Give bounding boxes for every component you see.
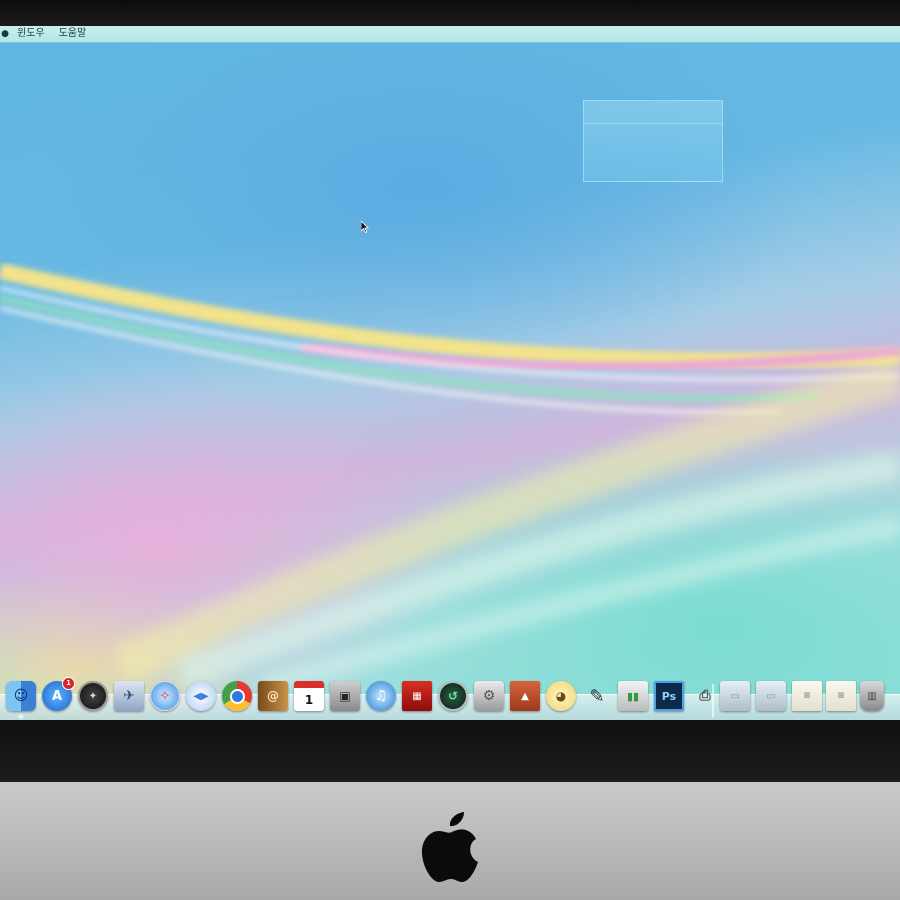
wallpaper bbox=[0, 263, 900, 695]
apple-menu-icon[interactable]: ● bbox=[0, 26, 10, 42]
monitor-bottom-bezel bbox=[0, 720, 900, 782]
apple-logo-icon bbox=[421, 812, 478, 882]
photo-booth-icon[interactable]: ▣ bbox=[330, 681, 360, 711]
faded-window-titlebar[interactable] bbox=[584, 101, 722, 124]
faded-window[interactable] bbox=[583, 100, 723, 182]
menu-bar: ● 윈도우 도움말 bbox=[0, 26, 900, 43]
finder-icon[interactable]: ☺ bbox=[6, 681, 36, 718]
chrome-icon[interactable] bbox=[222, 681, 252, 711]
photoshop-icon[interactable]: Ps bbox=[654, 681, 684, 711]
printer-icon[interactable]: ⎙ bbox=[690, 681, 720, 711]
menu-help[interactable]: 도움말 bbox=[52, 26, 94, 42]
film-icon[interactable]: ▦ bbox=[402, 681, 432, 711]
notification-badge: 1 bbox=[62, 677, 75, 690]
numbers-icon[interactable]: ▮▮ bbox=[618, 681, 648, 711]
mouse-pointer-icon bbox=[361, 221, 369, 233]
keynote-icon[interactable]: ▲ bbox=[510, 681, 540, 711]
documents-folder-icon[interactable]: ▭ bbox=[756, 681, 786, 711]
calendar-icon[interactable]: 1 bbox=[294, 681, 324, 711]
time-machine-icon[interactable]: ↺ bbox=[438, 681, 468, 711]
applications-folder-icon[interactable]: ▭ bbox=[720, 681, 750, 711]
calendar-day: 1 bbox=[304, 692, 314, 707]
duck-icon[interactable]: ◕ bbox=[546, 681, 576, 711]
itunes-icon[interactable]: ♫ bbox=[366, 681, 396, 711]
monitor-top-bezel bbox=[0, 0, 900, 26]
messages-icon[interactable]: ◀▶ bbox=[186, 681, 216, 711]
system-preferences-icon[interactable]: ⚙ bbox=[474, 681, 504, 711]
photoshop-label: Ps bbox=[661, 689, 677, 703]
downloads-stack-icon[interactable]: ≡ bbox=[826, 681, 856, 711]
desktop-screen: ● 윈도우 도움말 ☺ A 1 ✦ ✈ ✧ ◀▶ @ 1 ▣ ♫ ▦ ↺ ⚙ ▲… bbox=[0, 26, 900, 720]
app-store-icon[interactable]: A 1 bbox=[42, 677, 75, 711]
dock-separator bbox=[712, 684, 714, 718]
dashboard-icon[interactable]: ✦ bbox=[78, 681, 108, 711]
script-editor-icon[interactable]: ✎ bbox=[582, 681, 612, 711]
menu-window[interactable]: 윈도우 bbox=[10, 26, 52, 42]
contacts-icon[interactable]: @ bbox=[258, 681, 288, 711]
dock: ☺ A 1 ✦ ✈ ✧ ◀▶ @ 1 ▣ ♫ ▦ ↺ ⚙ ▲ ◕ ✎ ▮▮ Ps… bbox=[0, 672, 900, 720]
document-stack-icon[interactable]: ≡ bbox=[792, 681, 822, 711]
launchpad-icon[interactable]: ✈ bbox=[114, 681, 144, 711]
trash-icon[interactable]: ▥ bbox=[860, 681, 884, 711]
running-indicator bbox=[19, 715, 23, 718]
safari-icon[interactable]: ✧ bbox=[150, 681, 180, 711]
